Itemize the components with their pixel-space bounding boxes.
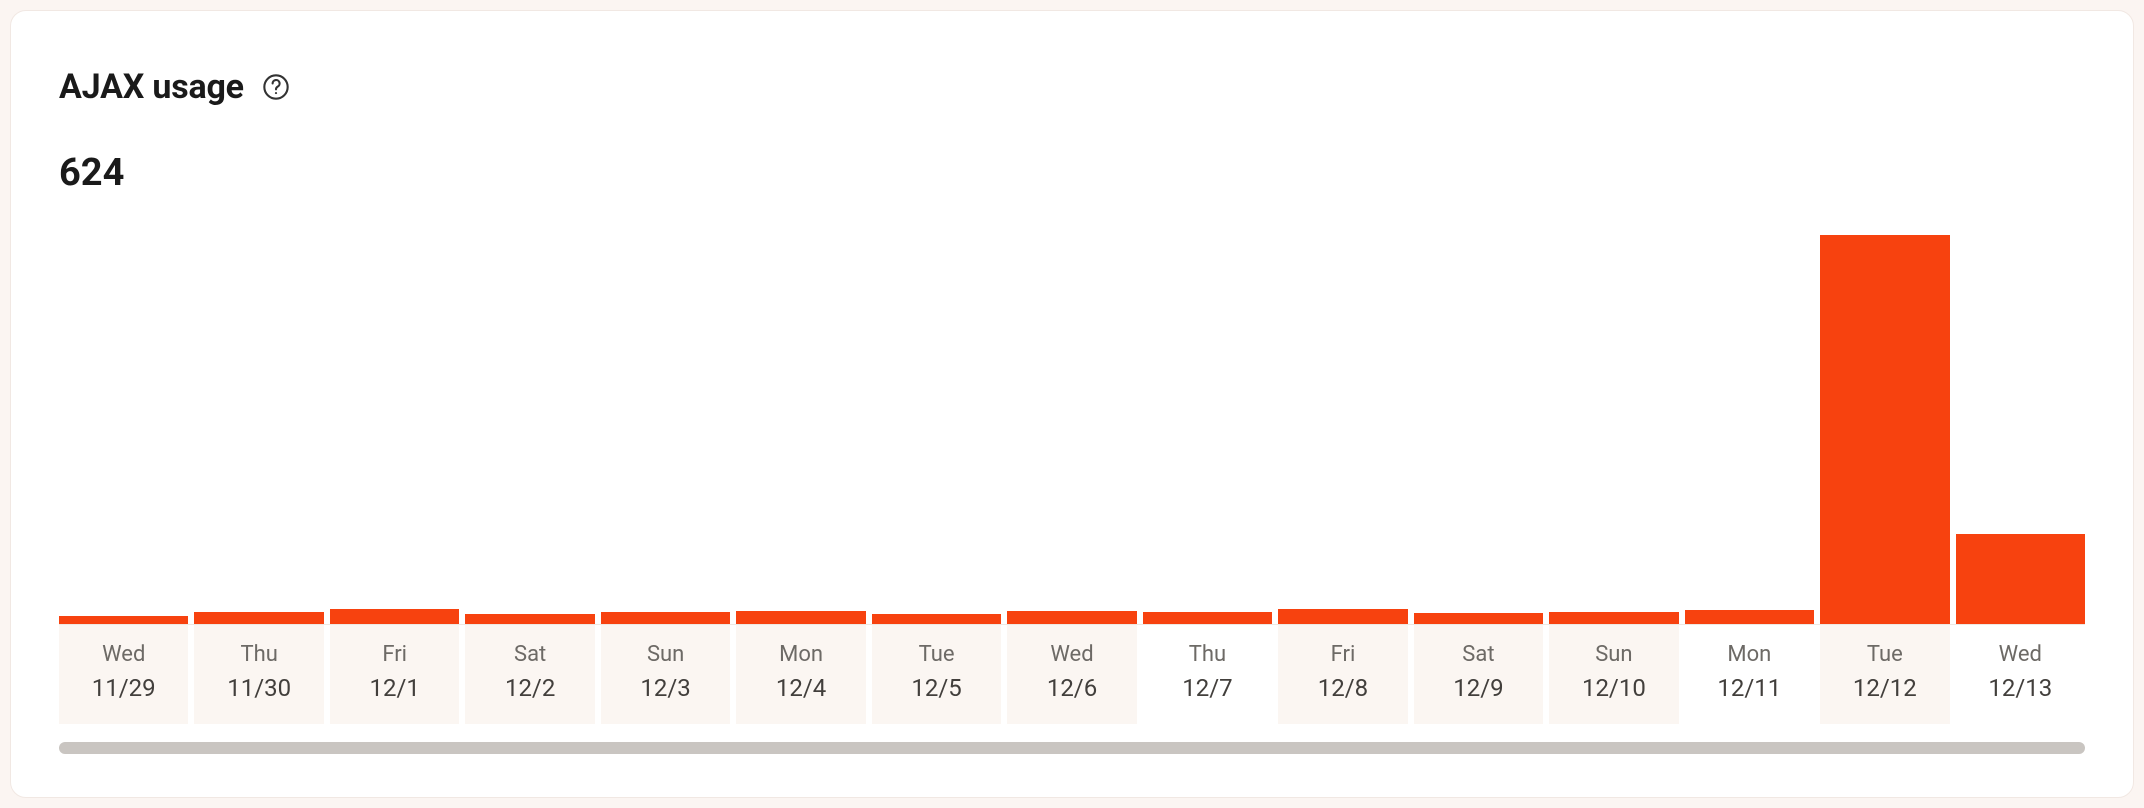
bar-col[interactable] [1956,225,2085,624]
x-tick-dow: Wed [1956,639,2085,671]
bar[interactable] [59,616,188,624]
x-tick: Sun12/3 [601,625,730,724]
bar-col[interactable] [194,225,323,624]
x-tick: Sun12/10 [1549,625,1678,724]
bar[interactable] [1143,612,1272,624]
bar[interactable] [194,612,323,624]
bar-col[interactable] [1820,225,1949,624]
chart-title: AJAX usage [59,67,244,107]
chart-card: AJAX usage 624 Wed11/29Thu11/30Fri12/1Sa… [10,10,2134,798]
scrollbar-thumb[interactable] [59,742,2085,754]
bar-col[interactable] [1549,225,1678,624]
bar-col[interactable] [1007,225,1136,624]
x-tick-dow: Tue [1820,639,1949,671]
x-tick-dow: Sat [465,639,594,671]
bar[interactable] [1685,610,1814,624]
x-tick-date: 12/4 [736,671,865,706]
x-tick: Thu11/30 [194,625,323,724]
bar[interactable] [1956,534,2085,624]
bar-col[interactable] [736,225,865,624]
x-tick-date: 12/10 [1549,671,1678,706]
x-tick: Wed12/6 [1007,625,1136,724]
x-tick: Fri12/8 [1278,625,1407,724]
x-tick: Thu12/7 [1143,625,1272,724]
x-tick-date: 12/9 [1414,671,1543,706]
x-tick-dow: Fri [1278,639,1407,671]
x-tick-date: 12/8 [1278,671,1407,706]
x-tick-dow: Thu [1143,639,1272,671]
bars-row [59,225,2085,625]
x-tick-dow: Wed [1007,639,1136,671]
bar-col[interactable] [1414,225,1543,624]
x-tick-dow: Sun [601,639,730,671]
x-tick-date: 12/1 [330,671,459,706]
chart-total: 624 [59,151,2085,195]
bar-col[interactable] [59,225,188,624]
bar-col[interactable] [1685,225,1814,624]
x-tick-dow: Mon [1685,639,1814,671]
horizontal-scrollbar[interactable] [59,742,2085,754]
help-icon[interactable] [262,73,290,101]
x-tick-dow: Sat [1414,639,1543,671]
x-tick: Sat12/9 [1414,625,1543,724]
x-tick: Wed11/29 [59,625,188,724]
x-tick-date: 12/11 [1685,671,1814,706]
x-tick-date: 12/5 [872,671,1001,706]
x-tick-dow: Thu [194,639,323,671]
bar[interactable] [1414,613,1543,624]
bar-col[interactable] [601,225,730,624]
bar[interactable] [872,614,1001,624]
x-tick-date: 12/2 [465,671,594,706]
x-tick-date: 12/12 [1820,671,1949,706]
x-tick-date: 11/30 [194,671,323,706]
x-tick: Tue12/12 [1820,625,1949,724]
bar[interactable] [1278,609,1407,624]
x-tick: Wed12/13 [1956,625,2085,724]
x-tick-dow: Mon [736,639,865,671]
bar-col[interactable] [465,225,594,624]
bar-col[interactable] [1143,225,1272,624]
x-tick: Fri12/1 [330,625,459,724]
x-axis-labels: Wed11/29Thu11/30Fri12/1Sat12/2Sun12/3Mon… [59,625,2085,724]
bar[interactable] [601,612,730,624]
x-tick-dow: Fri [330,639,459,671]
bar[interactable] [1007,611,1136,624]
bar[interactable] [465,614,594,624]
bar-chart: Wed11/29Thu11/30Fri12/1Sat12/2Sun12/3Mon… [59,225,2085,754]
bar-col[interactable] [1278,225,1407,624]
x-tick-dow: Sun [1549,639,1678,671]
bar-col[interactable] [872,225,1001,624]
x-tick: Tue12/5 [872,625,1001,724]
x-tick: Mon12/4 [736,625,865,724]
x-tick: Sat12/2 [465,625,594,724]
x-tick-date: 12/6 [1007,671,1136,706]
x-tick-dow: Wed [59,639,188,671]
x-tick-date: 11/29 [59,671,188,706]
bar[interactable] [330,609,459,624]
bar[interactable] [1549,612,1678,624]
x-tick-date: 12/13 [1956,671,2085,706]
chart-header: AJAX usage [59,67,2085,107]
x-tick-dow: Tue [872,639,1001,671]
bar[interactable] [1820,235,1949,624]
bar-col[interactable] [330,225,459,624]
x-tick-date: 12/7 [1143,671,1272,706]
x-tick-date: 12/3 [601,671,730,706]
bar[interactable] [736,611,865,624]
x-tick: Mon12/11 [1685,625,1814,724]
